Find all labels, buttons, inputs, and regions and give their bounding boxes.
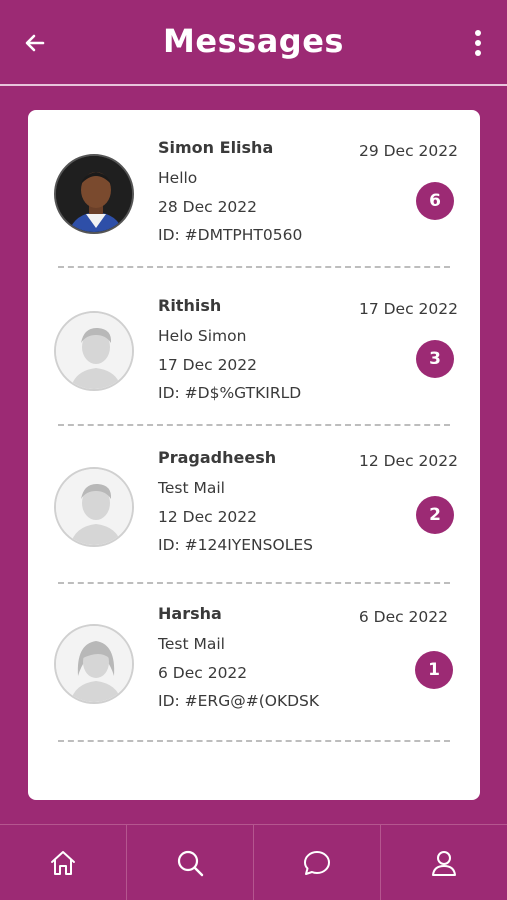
message-item-simon-elisha[interactable]: Simon Elisha Hello 28 Dec 2022 ID: #DMTP…	[28, 110, 480, 268]
sender-name: Rithish	[158, 296, 222, 315]
message-sent-date: 17 Dec 2022	[158, 356, 258, 374]
sender-name: Simon Elisha	[158, 138, 274, 157]
search-icon	[177, 850, 204, 876]
message-id: ID: #124IYENSOLES	[158, 536, 313, 554]
unread-count-badge: 2	[416, 496, 454, 534]
bottom-navigation	[0, 824, 507, 900]
sender-name: Pragadheesh	[158, 448, 277, 467]
sender-name: Harsha	[158, 604, 222, 623]
unread-count-badge: 3	[416, 340, 454, 378]
more-vertical-icon	[475, 30, 481, 36]
chat-icon	[304, 850, 330, 875]
message-item-rithish[interactable]: Rithish Helo Simon 17 Dec 2022 ID: #D$%G…	[28, 268, 480, 426]
message-date: 12 Dec 2022	[358, 452, 458, 470]
unread-count-badge: 6	[416, 182, 454, 220]
home-icon	[51, 850, 75, 875]
message-preview: Test Mail	[158, 635, 225, 653]
nav-home-button[interactable]	[0, 825, 127, 900]
message-date: 6 Dec 2022	[358, 608, 448, 626]
page-title: Messages	[163, 22, 344, 60]
female-placeholder-icon	[56, 626, 132, 702]
message-date: 29 Dec 2022	[358, 142, 458, 160]
avatar	[54, 311, 134, 391]
nav-search-button[interactable]	[127, 825, 254, 900]
message-sent-date: 28 Dec 2022	[158, 198, 258, 216]
message-preview: Helo Simon	[158, 327, 247, 345]
message-id: ID: #D$%GTKIRLD	[158, 384, 302, 402]
message-item-pragadheesh[interactable]: Pragadheesh Test Mail 12 Dec 2022 ID: #1…	[28, 426, 480, 584]
male-placeholder-icon	[56, 469, 132, 545]
app-header: Messages	[0, 0, 507, 86]
avatar	[54, 624, 134, 704]
message-id: ID: #ERG@#(OKDSK	[158, 692, 320, 710]
nav-profile-button[interactable]	[381, 825, 507, 900]
message-date: 17 Dec 2022	[358, 300, 458, 318]
message-id: ID: #DMTPHT0560	[158, 226, 303, 244]
message-sent-date: 6 Dec 2022	[158, 664, 248, 682]
avatar	[54, 154, 134, 234]
male-placeholder-icon	[56, 313, 132, 389]
user-photo-icon	[56, 156, 132, 232]
avatar	[54, 467, 134, 547]
message-sent-date: 12 Dec 2022	[158, 508, 258, 526]
message-item-harsha[interactable]: Harsha Test Mail 6 Dec 2022 ID: #ERG@#(O…	[28, 584, 480, 742]
messages-list: Simon Elisha Hello 28 Dec 2022 ID: #DMTP…	[28, 110, 480, 800]
message-preview: Test Mail	[158, 479, 225, 497]
divider	[58, 740, 450, 742]
nav-messages-button[interactable]	[254, 825, 381, 900]
more-options-button[interactable]	[469, 26, 487, 60]
profile-icon	[432, 850, 456, 876]
message-preview: Hello	[158, 169, 198, 187]
unread-count-badge: 1	[415, 651, 453, 689]
